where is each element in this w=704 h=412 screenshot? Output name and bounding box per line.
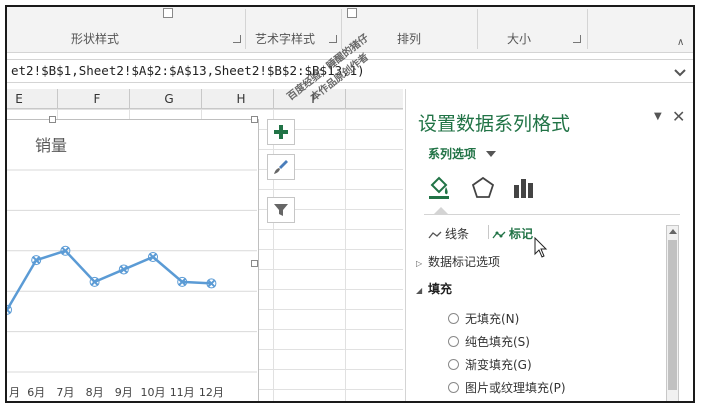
column-divider	[57, 89, 58, 109]
resize-handle[interactable]	[251, 116, 258, 123]
scroll-thumb[interactable]	[668, 240, 677, 390]
radio-no-fill-label: 无填充(N)	[465, 312, 520, 326]
chart-filters-button[interactable]	[267, 197, 295, 223]
pane-options-icon[interactable]: ▼	[654, 111, 662, 122]
x-tick-label: 11月	[170, 386, 195, 399]
radio-icon[interactable]	[448, 336, 459, 347]
section-marker-options-label: 数据标记选项	[428, 255, 501, 269]
fill-line-icon[interactable]	[426, 175, 452, 201]
x-tick-label: 8月	[86, 386, 104, 399]
resize-handle[interactable]	[251, 260, 258, 267]
section-fill[interactable]: ◢ 填充	[416, 280, 452, 297]
pane-title: 设置数据系列格式	[418, 113, 571, 135]
filter-icon	[274, 204, 288, 216]
section-fill-label: 填充	[428, 282, 453, 296]
x-tick-label: 6月	[27, 386, 45, 399]
ribbon-divider	[341, 9, 342, 49]
series-options-icon[interactable]	[510, 175, 536, 201]
radio-picture-fill-label: 图片或纹理填充(P)	[465, 381, 566, 395]
chart-elements-button[interactable]	[267, 119, 295, 145]
selected-tab-indicator	[434, 207, 448, 214]
x-tick-label: 7月	[56, 386, 74, 399]
x-tick-label: 10月	[141, 386, 166, 399]
group-arrange: 排列	[397, 32, 422, 46]
app-window: 形状样式 艺术字样式 排列 大小 ∧ et2!$B$1,Sheet2!$A$2:…	[5, 5, 695, 403]
group-size: 大小	[507, 32, 532, 46]
chart-plot-area[interactable]: 月 6月 7月 8月 9月 10月 11月 12月	[7, 120, 259, 403]
marker-icon	[492, 231, 506, 238]
radio-gradient-fill[interactable]: 渐变填充(G)	[448, 356, 532, 373]
format-series-pane: 设置数据系列格式 ▼ ✕ 系列选项 线条 标记 ▷ 数据标记选项 ◢ 填充 无填…	[405, 89, 693, 401]
column-header-h[interactable]: H	[231, 92, 251, 106]
ribbon-divider	[587, 9, 588, 49]
chevron-down-icon[interactable]	[486, 151, 496, 157]
radio-gradient-fill-label: 渐变填充(G)	[465, 358, 532, 372]
pane-scrollbar[interactable]	[666, 225, 679, 401]
column-header-f[interactable]: F	[87, 92, 107, 106]
radio-icon[interactable]	[448, 313, 459, 324]
mouse-cursor-icon	[534, 237, 548, 258]
checkbox-icon[interactable]	[347, 8, 357, 18]
resize-handle[interactable]	[49, 116, 56, 123]
tab-marker-label: 标记	[509, 227, 534, 241]
column-header-g[interactable]: G	[159, 92, 179, 106]
series-options-dropdown[interactable]: 系列选项	[428, 145, 476, 162]
line-icon	[428, 231, 442, 238]
group-shape-styles: 形状样式	[71, 32, 120, 46]
tab-line-label: 线条	[445, 227, 470, 241]
x-tick-label: 月	[9, 386, 20, 399]
formula-expand-icon[interactable]	[673, 64, 687, 78]
ribbon-divider	[245, 9, 246, 49]
column-header-e[interactable]: E	[9, 92, 29, 106]
column-headers: E F G H I	[7, 89, 403, 109]
brush-icon	[274, 160, 288, 174]
group-wordart-styles: 艺术字样式	[255, 32, 316, 46]
ribbon-divider	[477, 9, 478, 49]
tab-line[interactable]: 线条	[428, 225, 469, 242]
subtab-divider	[488, 225, 489, 239]
column-divider	[201, 89, 202, 109]
dialog-launcher-icon[interactable]	[329, 35, 337, 43]
plus-icon	[274, 125, 288, 139]
collapse-triangle-icon: ◢	[416, 286, 423, 295]
section-marker-options[interactable]: ▷ 数据标记选项	[416, 253, 500, 270]
radio-icon[interactable]	[448, 359, 459, 370]
radio-solid-fill-label: 纯色填充(S)	[465, 335, 530, 349]
line-chart[interactable]: 销量 月 6月 7月 8月 9月 10月 11月 12月	[7, 116, 259, 403]
tab-marker[interactable]: 标记	[492, 225, 533, 242]
radio-picture-fill[interactable]: 图片或纹理填充(P)	[448, 379, 566, 396]
grid-line	[345, 109, 346, 401]
close-icon[interactable]: ✕	[672, 107, 685, 126]
x-tick-label: 9月	[115, 386, 133, 399]
effects-icon[interactable]	[470, 175, 496, 201]
scroll-up-icon[interactable]	[669, 229, 677, 234]
ribbon-collapse-icon[interactable]: ∧	[677, 37, 684, 48]
ribbon-top-cut	[7, 7, 693, 25]
x-tick-label: 12月	[199, 386, 224, 399]
expand-triangle-icon: ▷	[416, 259, 423, 268]
checkbox-icon[interactable]	[163, 8, 173, 18]
column-divider	[345, 89, 346, 109]
pane-divider	[424, 214, 680, 215]
dialog-launcher-icon[interactable]	[233, 35, 241, 43]
dialog-launcher-icon[interactable]	[573, 35, 581, 43]
column-divider	[129, 89, 130, 109]
radio-solid-fill[interactable]: 纯色填充(S)	[448, 333, 530, 350]
radio-icon[interactable]	[448, 382, 459, 393]
chart-styles-button[interactable]	[267, 154, 295, 180]
radio-no-fill[interactable]: 无填充(N)	[448, 310, 519, 327]
column-divider	[273, 89, 274, 109]
